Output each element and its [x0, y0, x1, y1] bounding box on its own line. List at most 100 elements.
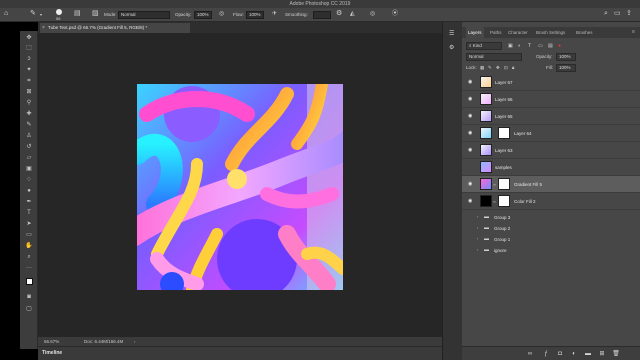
rectangle-tool-icon[interactable]: ▭: [24, 231, 34, 239]
hand-tool-icon[interactable]: ✋: [24, 242, 34, 250]
disclosure-chevron-icon[interactable]: ›: [477, 236, 478, 241]
layer-mask-thumbnail[interactable]: [498, 195, 510, 207]
symmetry-icon[interactable]: ⦿: [392, 10, 398, 18]
timeline-panel[interactable]: Timeline: [38, 346, 442, 360]
layer-row[interactable]: ◉ ∞ Color Fill 2: [462, 193, 640, 210]
path-selection-tool-icon[interactable]: ➤: [24, 220, 34, 228]
document-tab[interactable]: × Tube Text.psd @ 66.7% (Gradient Fill 5…: [40, 23, 190, 33]
visibility-eye-icon[interactable]: ◉: [468, 147, 474, 153]
filter-toggle-icon[interactable]: ●: [558, 42, 561, 50]
link-layers-icon[interactable]: ∞: [526, 350, 534, 358]
gradient-fill-thumbnail[interactable]: [480, 178, 492, 190]
filter-pixel-icon[interactable]: ▣: [508, 42, 513, 50]
zoom-tool-icon[interactable]: ⌕: [24, 253, 34, 261]
screen-mode-icon[interactable]: ▢: [24, 305, 34, 313]
airbrush-icon[interactable]: ✈: [272, 10, 277, 18]
layer-row[interactable]: ◉ ∞ Gradient Fill 5: [462, 176, 640, 193]
move-tool-icon[interactable]: ✥: [24, 34, 34, 42]
gradient-tool-icon[interactable]: ▣: [24, 165, 34, 173]
tab-layers[interactable]: Layers: [466, 27, 484, 38]
lock-transparent-icon[interactable]: ▦: [480, 64, 484, 72]
visibility-eye-icon[interactable]: ◉: [468, 181, 474, 187]
layer-row[interactable]: ◉ Layer 66: [462, 91, 640, 108]
layer-group-row[interactable]: › ▬ Group 3: [462, 213, 640, 223]
visibility-eye-icon[interactable]: ◉: [468, 164, 474, 170]
opacity-field[interactable]: 100%: [194, 11, 212, 19]
chain-link-icon[interactable]: ∞: [493, 199, 496, 204]
tab-character[interactable]: Character: [508, 27, 528, 38]
layer-row[interactable]: ◉ samples: [462, 159, 640, 176]
layer-mask-thumbnail[interactable]: [498, 127, 510, 139]
new-layer-icon[interactable]: ⊞: [598, 350, 606, 358]
tab-paths[interactable]: Paths: [490, 27, 502, 38]
layer-group-row[interactable]: › ▬ Group 1: [462, 235, 640, 245]
more-tools-icon[interactable]: ···: [24, 264, 34, 272]
layer-row[interactable]: ◉ Layer 67: [462, 74, 640, 91]
panel-opacity-field[interactable]: 100%: [556, 53, 576, 61]
flow-field[interactable]: 100%: [246, 11, 264, 19]
layer-row[interactable]: ◉ Layer 64: [462, 125, 640, 142]
layer-style-icon[interactable]: ƒ: [542, 350, 550, 358]
quick-selection-tool-icon[interactable]: ✦: [24, 66, 34, 74]
dodge-tool-icon[interactable]: ●: [24, 187, 34, 195]
lock-image-icon[interactable]: ✎: [488, 64, 492, 72]
brush-tool-icon[interactable]: ✎: [24, 121, 34, 129]
visibility-eye-icon[interactable]: ◉: [468, 113, 474, 119]
tab-brushes[interactable]: Brushes: [576, 27, 593, 38]
panel-menu-icon[interactable]: ≡: [632, 27, 635, 38]
smoothing-field[interactable]: [313, 11, 331, 19]
pressure-size-icon[interactable]: ◎: [370, 10, 375, 18]
close-tab-icon[interactable]: ×: [42, 23, 45, 33]
doc-size-readout[interactable]: Doc: 6.44M/166.4M: [84, 337, 123, 346]
clone-stamp-tool-icon[interactable]: ♙: [24, 132, 34, 140]
disclosure-chevron-icon[interactable]: ›: [477, 214, 478, 219]
filter-type-icon[interactable]: T: [528, 42, 531, 50]
lock-all-icon[interactable]: 🔒︎: [512, 64, 514, 72]
delete-layer-icon[interactable]: 🗑︎: [612, 350, 620, 358]
lasso-tool-icon[interactable]: ↄ: [24, 55, 34, 63]
quick-mask-icon[interactable]: ◙: [24, 293, 34, 301]
filter-adjustment-icon[interactable]: ◐: [518, 42, 521, 50]
pen-tool-icon[interactable]: ✒: [24, 198, 34, 206]
tab-brush-settings[interactable]: Brush Settings: [536, 27, 565, 38]
brush-tool-icon[interactable]: ✎: [30, 10, 36, 18]
disclosure-chevron-icon[interactable]: ›: [477, 247, 478, 252]
add-mask-icon[interactable]: ◘: [556, 350, 564, 358]
layer-row[interactable]: ◉ Layer 65: [462, 108, 640, 125]
status-menu-chevron-icon[interactable]: ›: [134, 337, 135, 346]
pressure-opacity-icon[interactable]: ◎: [219, 10, 224, 18]
brush-settings-toggle-icon[interactable]: ▤: [74, 10, 81, 18]
artwork-canvas[interactable]: [137, 84, 343, 290]
filter-shape-icon[interactable]: ▭: [538, 42, 543, 50]
disclosure-chevron-icon[interactable]: ›: [477, 225, 478, 230]
adjustment-layer-icon[interactable]: ◐: [570, 350, 578, 358]
lock-position-icon[interactable]: ✥: [496, 64, 500, 72]
workspace-icon[interactable]: ▭: [614, 10, 621, 18]
new-group-icon[interactable]: ▬: [584, 350, 592, 358]
foreground-color-swatch[interactable]: [26, 278, 33, 285]
visibility-eye-icon[interactable]: ◉: [468, 96, 474, 102]
chain-link-icon[interactable]: ∞: [493, 182, 496, 187]
smoothing-gear-icon[interactable]: ⚙: [336, 10, 342, 18]
type-tool-icon[interactable]: T: [24, 209, 34, 217]
tool-preset-chevron-icon[interactable]: ▾: [40, 11, 42, 19]
lock-artboard-icon[interactable]: ⊡: [504, 64, 508, 72]
blend-mode-select[interactable]: Normal: [466, 53, 522, 61]
properties-panel-icon[interactable]: ⚙: [449, 44, 454, 51]
marquee-tool-icon[interactable]: ⬚: [24, 44, 34, 52]
visibility-eye-icon[interactable]: ◉: [468, 130, 474, 136]
crop-tool-icon[interactable]: ⌗: [24, 77, 34, 85]
brush-angle-icon[interactable]: ◭: [350, 10, 355, 18]
eyedropper-tool-icon[interactable]: ⚲: [24, 99, 34, 107]
layer-filter-select[interactable]: ⌕ Kind: [466, 42, 502, 50]
history-panel-icon[interactable]: ☰: [449, 30, 454, 37]
fill-field[interactable]: 100%: [556, 64, 576, 72]
mode-select[interactable]: Normal: [118, 11, 170, 19]
filter-smart-object-icon[interactable]: ▤: [548, 42, 553, 50]
blur-tool-icon[interactable]: ♢: [24, 176, 34, 184]
layer-row[interactable]: ◉ Layer 63: [462, 142, 640, 159]
layer-mask-thumbnail[interactable]: [498, 178, 510, 190]
photoshop-home-icon[interactable]: ⌂: [4, 10, 8, 18]
layer-group-row[interactable]: › ▬ Group 2: [462, 224, 640, 234]
brush-panel-icon[interactable]: ▨: [92, 10, 99, 18]
